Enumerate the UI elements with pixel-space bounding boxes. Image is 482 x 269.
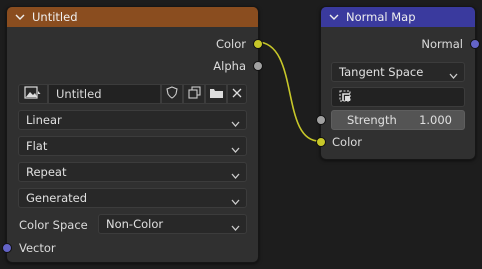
color-space-dropdown[interactable]: Non-Color (98, 214, 247, 234)
input-color-label: Color (332, 135, 363, 149)
chevron-down-icon (231, 195, 240, 209)
chevron-down-icon (231, 221, 240, 235)
space-dropdown[interactable]: Tangent Space (331, 62, 465, 82)
image-icon (24, 85, 42, 103)
image-node-header[interactable]: Untitled (7, 7, 258, 27)
strength-label: Strength (347, 113, 397, 127)
uv-map-icon (339, 89, 353, 106)
output-alpha-socket[interactable] (253, 61, 263, 71)
color-space-label: Color Space (19, 218, 88, 232)
output-alpha-label: Alpha (213, 59, 246, 73)
image-name-text: Untitled (56, 87, 102, 101)
chevron-down-icon (231, 117, 240, 131)
extension-value: Repeat (26, 165, 67, 179)
output-normal-label: Normal (421, 37, 463, 51)
image-texture-node[interactable]: Untitled Color Alpha Untitled Linear Fla… (2, 6, 263, 263)
input-vector-label: Vector (19, 241, 56, 255)
strength-value: 1.000 (419, 113, 452, 127)
normal-node-header[interactable]: Normal Map (321, 7, 475, 27)
chevron-down-icon (231, 143, 240, 157)
image-selector[interactable]: Untitled (18, 84, 247, 104)
input-color-socket[interactable] (316, 137, 326, 147)
source-dropdown[interactable]: Generated (18, 188, 247, 208)
fake-user-button[interactable] (161, 84, 183, 104)
folder-icon (209, 87, 224, 102)
projection-value: Flat (26, 139, 48, 153)
duplicate-button[interactable] (183, 84, 205, 104)
source-value: Generated (26, 191, 88, 205)
unlink-button[interactable] (227, 84, 247, 104)
uv-map-field[interactable] (331, 87, 465, 107)
chevron-down-icon (449, 69, 458, 83)
output-normal-socket[interactable] (470, 39, 480, 49)
input-strength-socket[interactable] (316, 115, 326, 125)
interpolation-dropdown[interactable]: Linear (18, 110, 247, 130)
extension-dropdown[interactable]: Repeat (18, 162, 247, 182)
space-value: Tangent Space (339, 65, 424, 79)
normal-map-node[interactable]: Normal Map Normal Tangent Space Strength… (316, 6, 480, 160)
input-vector-socket[interactable] (2, 243, 12, 253)
shield-icon (166, 86, 178, 102)
interpolation-value: Linear (26, 113, 62, 127)
duplicate-icon (187, 86, 201, 102)
collapse-chevron-icon[interactable] (329, 13, 339, 21)
output-color-socket[interactable] (253, 39, 263, 49)
normal-node-title: Normal Map (346, 10, 416, 24)
color-space-value: Non-Color (106, 217, 164, 231)
strength-slider[interactable]: Strength 1.000 (331, 110, 465, 130)
open-image-button[interactable] (205, 84, 227, 104)
output-color-label: Color (215, 37, 246, 51)
collapse-chevron-icon[interactable] (15, 13, 25, 21)
image-name-field[interactable]: Untitled (48, 84, 161, 104)
image-browse-button[interactable] (18, 84, 48, 104)
chevron-down-icon (231, 169, 240, 183)
image-node-title: Untitled (32, 10, 78, 24)
projection-dropdown[interactable]: Flat (18, 136, 247, 156)
close-icon (232, 87, 242, 101)
